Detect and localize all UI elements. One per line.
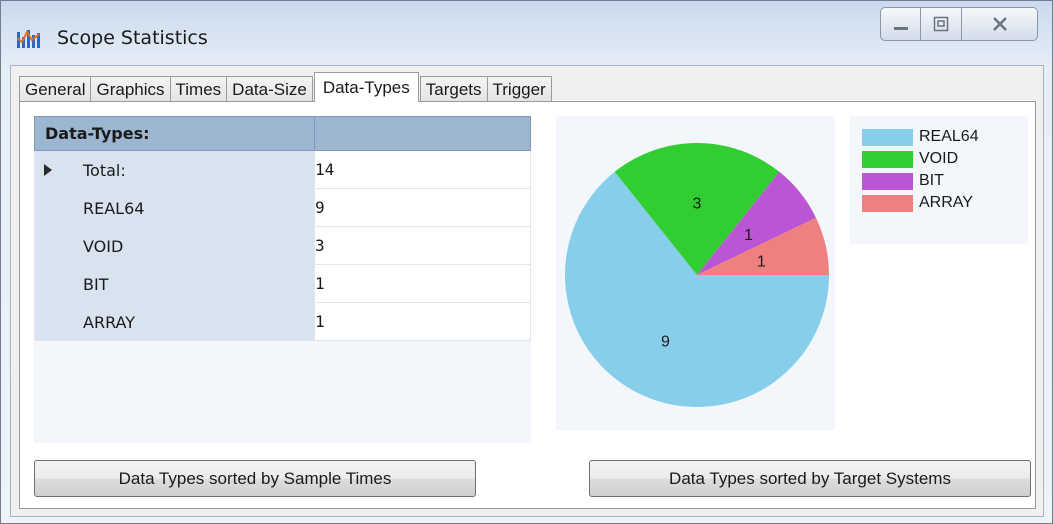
pie-slice-value-label: 1 [757,253,766,270]
legend-label: REAL64 [919,128,979,145]
legend-swatch [862,128,913,146]
window-controls [880,7,1038,41]
table-row[interactable]: BIT 1 [34,264,532,303]
tab-data-size[interactable]: Data-Size [226,76,313,102]
maximize-button[interactable] [921,7,962,41]
dialog-client-area: General Graphics Times Data-Size Data-Ty… [10,65,1044,517]
pie-slice-value-label: 9 [661,333,670,350]
window-title: Scope Statistics [57,27,208,49]
data-types-pie-chart: 9 3 11 [565,143,829,408]
table-header-row: Data-Types: [34,116,532,151]
row-name-cell[interactable]: ARRAY [34,302,315,341]
legend-item: VOID [862,149,958,169]
table-row[interactable]: ARRAY 1 [34,302,532,341]
row-label: Total: [83,161,126,180]
column-header-value[interactable] [313,116,532,151]
legend-swatch [862,150,913,168]
tab-graphics[interactable]: Graphics [90,76,171,102]
minimize-button[interactable] [880,7,921,41]
table-row[interactable]: Total: 14 [34,150,532,189]
title-bar[interactable]: Scope Statistics [1,1,1052,57]
close-icon [992,17,1007,31]
scope-statistics-window: Scope Statistics General Graphics Times … [0,0,1053,524]
tab-targets[interactable]: Targets [419,76,488,102]
row-value-cell[interactable]: 1 [313,302,532,341]
legend-item: BIT [862,171,944,191]
current-row-indicator-icon [44,164,52,176]
pie-slice-value-label: 1 [744,227,753,244]
table-row[interactable]: REAL64 9 [34,188,532,227]
tab-general[interactable]: General [19,76,92,102]
minimize-icon [893,27,908,30]
row-value-cell[interactable]: 14 [313,150,532,189]
pie-chart-area: 9 3 11 [556,116,835,430]
legend-swatch [862,172,913,190]
column-header-data-types[interactable]: Data-Types: [34,116,315,151]
data-types-table: Data-Types: Total: 14 REAL64 9 VOID 3 BI… [34,116,532,341]
row-label: REAL64 [83,199,145,218]
row-name-cell[interactable]: Total: [34,150,315,189]
tab-trigger[interactable]: Trigger [486,76,552,102]
row-name-cell[interactable]: BIT [34,264,315,303]
legend-label: BIT [919,172,944,189]
data-types-grid: Data-Types: Total: 14 REAL64 9 VOID 3 BI… [34,116,532,443]
close-button[interactable] [962,7,1038,41]
tab-strip: General Graphics Times Data-Size Data-Ty… [19,72,552,102]
scope-icon [17,29,40,48]
row-label: BIT [83,275,109,294]
data-types-tab-panel: Data-Types: Total: 14 REAL64 9 VOID 3 BI… [19,101,1036,509]
sort-by-target-systems-button[interactable]: Data Types sorted by Target Systems [589,460,1031,497]
legend-item: ARRAY [862,193,973,213]
tab-times[interactable]: Times [169,76,228,102]
maximize-icon [933,16,949,32]
table-row[interactable]: VOID 3 [34,226,532,265]
legend-swatch [862,194,913,212]
tab-data-types[interactable]: Data-Types [313,72,419,102]
legend-item: REAL64 [862,127,979,147]
row-name-cell[interactable]: VOID [34,226,315,265]
row-label: ARRAY [83,313,136,332]
sort-by-sample-times-button[interactable]: Data Types sorted by Sample Times [34,460,476,497]
chart-legend: REAL64 VOID BIT ARRAY [850,116,1028,244]
row-value-cell[interactable]: 9 [313,188,532,227]
row-value-cell[interactable]: 1 [313,264,532,303]
pie-slice-value-label: 3 [693,195,702,212]
row-value-cell[interactable]: 3 [313,226,532,265]
row-name-cell[interactable]: REAL64 [34,188,315,227]
legend-label: ARRAY [919,194,973,211]
legend-label: VOID [919,150,959,167]
row-label: VOID [83,237,124,256]
